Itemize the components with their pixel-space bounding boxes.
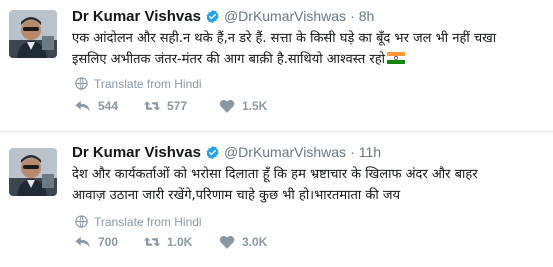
tweet-header: Dr Kumar Vishvas @DrKumarVishwas · 8h	[72, 6, 374, 26]
separator-dot: ·	[350, 144, 355, 160]
globe-icon	[75, 77, 88, 90]
verified-badge-icon	[205, 145, 220, 160]
heart-icon	[219, 99, 235, 113]
translate-label: Translate from Hindi	[94, 214, 202, 229]
reply-count: 544	[98, 99, 119, 113]
author-handle[interactable]: @DrKumarVishwas	[224, 8, 346, 24]
like-button[interactable]: 1.5K	[218, 98, 267, 114]
retweet-count: 577	[167, 99, 188, 113]
retweet-button[interactable]: 1.0K	[143, 234, 192, 250]
separator-dot: ·	[350, 8, 355, 24]
author-name[interactable]: Dr Kumar Vishvas	[72, 8, 201, 25]
tweet-text-line: देश और कार्यकर्ताओं को भरोसा दिलाता हूँ …	[72, 167, 478, 182]
tweet-header: Dr Kumar Vishvas @DrKumarVishwas · 11h	[72, 142, 381, 162]
reply-icon	[75, 236, 90, 248]
author-handle[interactable]: @DrKumarVishwas	[224, 144, 346, 160]
tweet-text-line-content: इसलिए अभीतक जंतर-मंतर की आग बाक़ी है.साथ…	[72, 52, 385, 67]
globe-icon	[75, 215, 88, 228]
reply-button[interactable]: 544	[74, 98, 118, 114]
avatar[interactable]	[9, 148, 57, 196]
tweet-text-line: इसलिए अभीतक जंतर-मंतर की आग बाक़ी है.साथ…	[72, 49, 550, 70]
tweet[interactable]: Dr Kumar Vishvas @DrKumarVishwas · 8h एक…	[0, 0, 553, 131]
verified-badge-icon	[205, 9, 220, 24]
tweet-text: देश और कार्यकर्ताओं को भरोसा दिलाता हूँ …	[72, 164, 550, 206]
like-count: 3.0K	[242, 235, 268, 249]
author-name[interactable]: Dr Kumar Vishvas	[72, 144, 201, 161]
tweet[interactable]: Dr Kumar Vishvas @DrKumarVishwas · 11h द…	[0, 132, 553, 267]
retweet-button[interactable]: 577	[143, 98, 187, 114]
retweet-count: 1.0K	[167, 235, 193, 249]
tweet-text-line: एक आंदोलन और सही.न थके हैं,न डरे हैं. सत…	[72, 31, 497, 46]
retweet-icon	[143, 101, 161, 111]
avatar[interactable]	[9, 10, 57, 58]
like-count: 1.5K	[242, 99, 268, 113]
timestamp[interactable]: 8h	[359, 8, 375, 24]
reply-count: 700	[98, 235, 119, 249]
timestamp[interactable]: 11h	[359, 144, 381, 160]
translate-label: Translate from Hindi	[94, 76, 202, 91]
translate-link[interactable]: Translate from Hindi	[74, 76, 202, 91]
retweet-icon	[143, 237, 161, 247]
tweet-text-line: आवाज़ उठाना जारी रखेंगे,परिणाम चाहे कुछ …	[72, 188, 401, 203]
reply-button[interactable]: 700	[74, 234, 118, 250]
translate-link[interactable]: Translate from Hindi	[74, 214, 202, 229]
like-button[interactable]: 3.0K	[218, 234, 267, 250]
tweet-text: एक आंदोलन और सही.न थके हैं,न डरे हैं. सत…	[72, 28, 550, 70]
reply-icon	[75, 100, 90, 112]
heart-icon	[219, 235, 235, 249]
india-flag-icon	[386, 50, 405, 64]
